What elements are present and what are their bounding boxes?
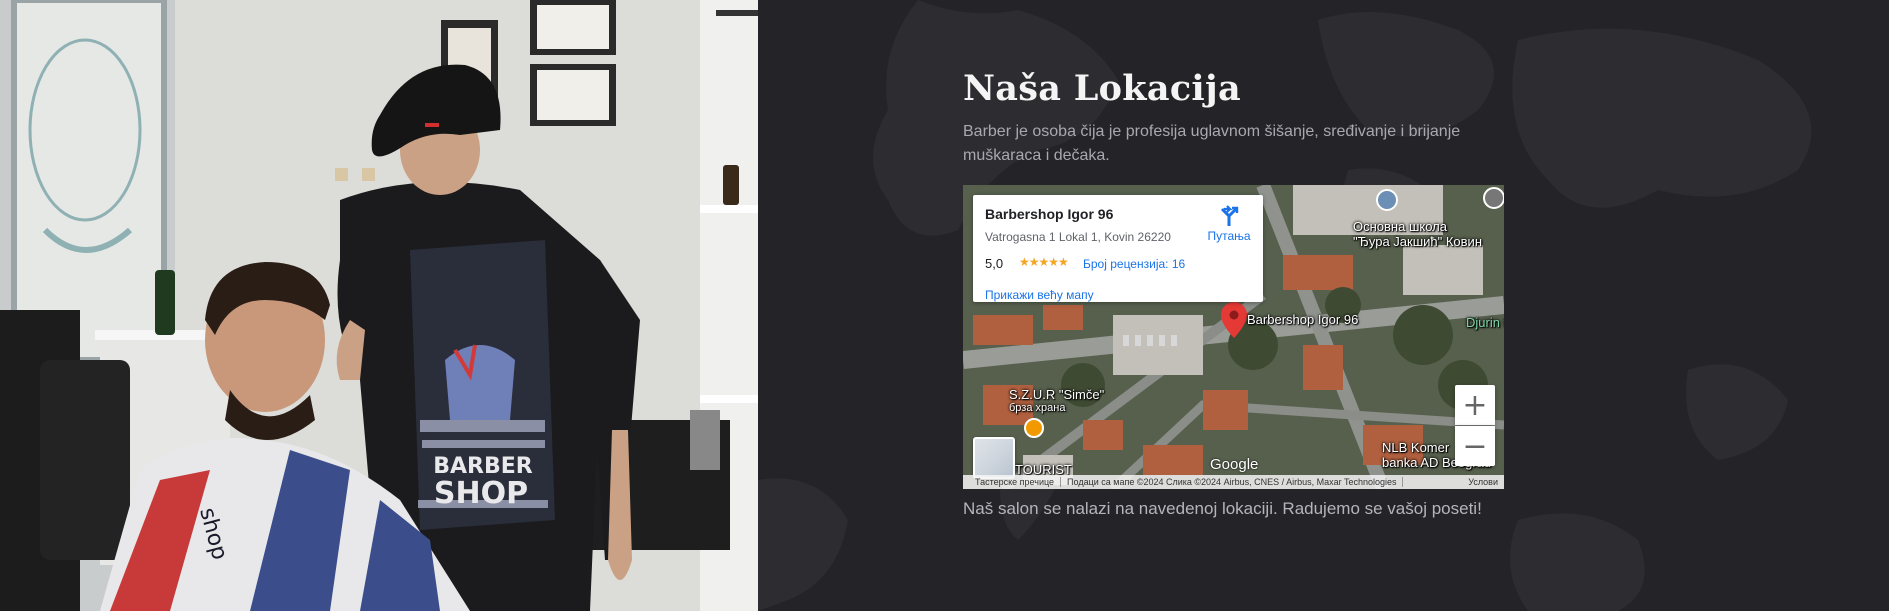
place-info-card: Barbershop Igor 96 Vatrogasna 1 Lokal 1,… — [973, 195, 1263, 302]
restaurant-poi-icon[interactable] — [1024, 418, 1044, 438]
apron-text-shop: SHOP — [434, 476, 528, 511]
school-label-1: Основна школа — [1353, 219, 1447, 234]
directions-label: Путања — [1207, 229, 1251, 243]
section-footer-text: Naš salon se nalazi na navedenoj lokacij… — [963, 499, 1482, 518]
reviews-link[interactable]: Број рецензија: 16 — [1083, 257, 1185, 271]
map-attribution-bar: Тастерске пречице Подаци са мапе ©2024 С… — [963, 475, 1504, 489]
map-data-credits: Подаци са мапе ©2024 Слика ©2024 Airbus,… — [1061, 477, 1404, 487]
place-name: Barbershop Igor 96 — [985, 206, 1114, 222]
directions-button[interactable]: Путања — [1201, 205, 1257, 243]
rating-value: 5,0 — [985, 256, 1004, 271]
directions-icon — [1220, 205, 1239, 226]
section-title: Naša Lokacija — [963, 68, 1241, 109]
google-logo: Google — [1210, 456, 1259, 473]
pin-label: Barbershop Igor 96 — [1247, 312, 1359, 327]
school-poi-icon[interactable] — [1376, 189, 1398, 211]
barber-photo: BARBER SHOP shop — [0, 0, 758, 611]
larger-map-link[interactable]: Прикажи већу мапу — [985, 288, 1094, 302]
keyboard-shortcuts-link[interactable]: Тастерске пречице — [969, 477, 1062, 487]
map-layer-toggle[interactable] — [973, 437, 1015, 479]
rating-stars-icon: ★★★★★ — [1019, 255, 1069, 269]
school-label-2: "Ђура Јакшић" Ковин — [1353, 234, 1482, 249]
szur-label: S.Z.U.R "Simče" — [1009, 387, 1105, 402]
fast-food-label: брза храна — [1009, 402, 1066, 414]
google-map-embed[interactable]: Barbershop Igor 96 Основна школа "Ђура Ј… — [963, 185, 1504, 489]
nlb-label-1: NLB Komer — [1382, 440, 1450, 455]
section-description: Barber je osoba čija je profesija uglavn… — [963, 123, 1461, 164]
zoom-out-button[interactable]: − — [1455, 426, 1495, 466]
location-poi-icon[interactable] — [1483, 187, 1504, 209]
barber-photo-illustration: BARBER SHOP shop — [0, 0, 758, 611]
terms-link[interactable]: Услови — [1462, 477, 1504, 487]
zoom-in-button[interactable]: + — [1455, 385, 1495, 425]
djurin-label: Djurin te — [1466, 315, 1504, 330]
map-pin-icon[interactable] — [1221, 302, 1247, 338]
location-section: Naša Lokacija Barber je osoba čija je pr… — [758, 0, 1889, 611]
place-address: Vatrogasna 1 Lokal 1, Kovin 26220 — [985, 230, 1171, 244]
